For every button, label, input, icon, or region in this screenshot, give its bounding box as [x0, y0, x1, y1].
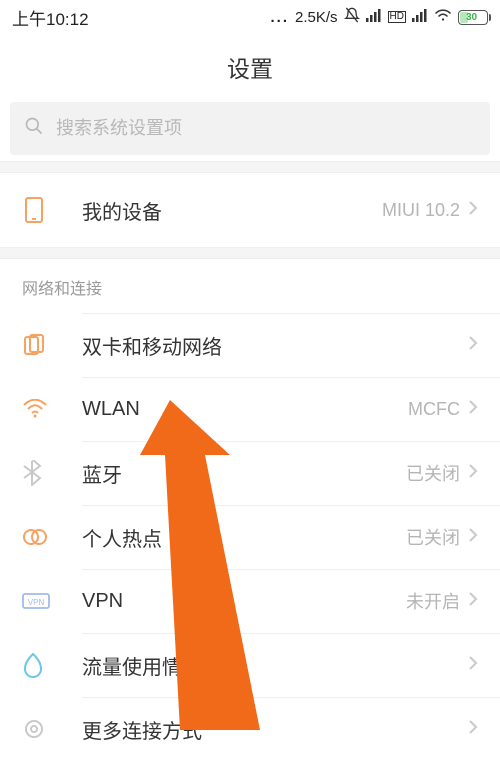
row-label: 流量使用情况: [82, 651, 460, 680]
status-more-icon: ...: [271, 9, 290, 26]
section-divider: [0, 161, 500, 173]
search-bar[interactable]: [10, 102, 490, 155]
traffic-icon: [22, 652, 82, 678]
row-label: 双卡和移动网络: [82, 331, 460, 360]
row-value: MIUI 10.2: [382, 200, 460, 221]
status-bar: 上午10:12 ... 2.5K/s HD 30: [0, 0, 500, 34]
chevron-right-icon: [468, 527, 478, 548]
bluetooth-icon: [22, 460, 82, 486]
signal-icon-2: [412, 8, 428, 26]
chevron-right-icon: [468, 335, 478, 356]
row-vpn[interactable]: VPN VPN 未开启: [0, 569, 500, 633]
row-value: 未开启: [406, 588, 460, 614]
page-title: 设置: [0, 34, 500, 102]
status-time: 上午10:12: [12, 5, 271, 30]
row-bluetooth[interactable]: 蓝牙 已关闭: [0, 441, 500, 505]
device-icon: [22, 196, 82, 224]
row-value: 已关闭: [406, 460, 460, 486]
section-divider: [0, 247, 500, 259]
search-icon: [24, 116, 44, 141]
row-hotspot[interactable]: 个人热点 已关闭: [0, 505, 500, 569]
row-label: 蓝牙: [82, 459, 406, 488]
search-input[interactable]: [56, 118, 476, 139]
chevron-right-icon: [468, 655, 478, 676]
battery-text: 30: [466, 12, 477, 23]
row-label: 个人热点: [82, 523, 406, 552]
battery-icon: 30: [458, 10, 488, 25]
more-connections-icon: [22, 717, 82, 741]
row-more-connections[interactable]: 更多连接方式: [0, 697, 500, 761]
signal-icon: [366, 8, 382, 26]
hd-icon: HD: [388, 11, 406, 23]
row-label: VPN: [82, 590, 406, 613]
chevron-right-icon: [468, 200, 478, 221]
row-wlan[interactable]: WLAN MCFC: [0, 377, 500, 441]
row-value: 已关闭: [406, 524, 460, 550]
wlan-icon: [22, 399, 82, 419]
sim-icon: [22, 333, 82, 357]
row-label: 我的设备: [82, 196, 382, 225]
svg-text:VPN: VPN: [28, 598, 45, 607]
row-sim[interactable]: 双卡和移动网络: [0, 313, 500, 377]
vpn-icon: VPN: [22, 591, 82, 611]
wifi-icon: [434, 8, 452, 26]
alarm-off-icon: [344, 7, 360, 27]
chevron-right-icon: [468, 399, 478, 420]
hotspot-icon: [22, 527, 82, 547]
row-label: 更多连接方式: [82, 715, 460, 744]
section-header-network: 网络和连接: [0, 259, 500, 313]
row-my-device[interactable]: 我的设备 MIUI 10.2: [0, 173, 500, 247]
chevron-right-icon: [468, 719, 478, 740]
row-traffic[interactable]: 流量使用情况: [0, 633, 500, 697]
row-label: WLAN: [82, 398, 408, 421]
status-speed: 2.5K/s: [295, 9, 338, 26]
chevron-right-icon: [468, 463, 478, 484]
row-value: MCFC: [408, 399, 460, 420]
chevron-right-icon: [468, 591, 478, 612]
